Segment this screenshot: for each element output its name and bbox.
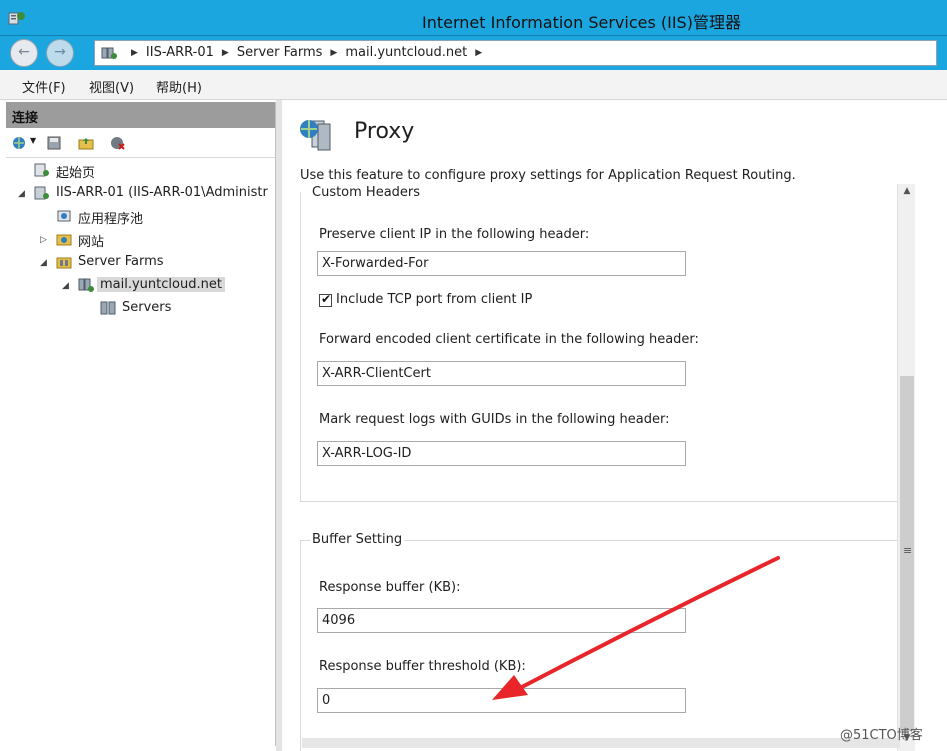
page-description: Use this feature to configure proxy sett… bbox=[300, 168, 796, 183]
vertical-scrollbar[interactable]: ▲ ≡ ▼ bbox=[897, 184, 915, 751]
farm-icon bbox=[78, 278, 94, 292]
up-folder-icon[interactable] bbox=[78, 135, 94, 151]
settings-scroll-area[interactable]: Custom Headers Preserve client IP in the… bbox=[300, 184, 900, 751]
include-tcp-port-label[interactable]: Include TCP port from client IP bbox=[336, 292, 532, 307]
server-farms-icon bbox=[56, 257, 72, 269]
connections-pane: 连接 ▼ 起始页 ◢ IIS-ARR-01 (IIS-ARR-01\Admini… bbox=[6, 102, 276, 746]
connections-toolbar: ▼ bbox=[6, 128, 275, 158]
watermark: @51CTO博客 bbox=[840, 728, 923, 743]
collapse-icon[interactable]: ◢ bbox=[18, 189, 25, 199]
tree-item-sites[interactable]: 网站 bbox=[78, 231, 104, 250]
connections-header: 连接 bbox=[6, 102, 275, 128]
custom-headers-title: Custom Headers bbox=[310, 185, 423, 200]
menu-view[interactable]: 视图(V) bbox=[89, 77, 134, 96]
horizontal-scrollbar[interactable] bbox=[302, 738, 900, 748]
save-icon[interactable] bbox=[46, 135, 62, 151]
forward-cert-input[interactable]: X-ARR-ClientCert bbox=[317, 361, 686, 386]
breadcrumb-item-farm[interactable]: mail.yuntcloud.net bbox=[345, 45, 467, 60]
preserve-ip-input[interactable]: X-Forwarded-For bbox=[317, 251, 686, 276]
chevron-right-icon: ▶ bbox=[475, 48, 483, 58]
response-buffer-threshold-input[interactable]: 0 bbox=[317, 688, 686, 713]
forward-button[interactable]: → bbox=[46, 39, 74, 67]
scroll-grip-icon: ≡ bbox=[903, 544, 913, 557]
iis-app-icon bbox=[8, 12, 25, 25]
menu-bar: 文件(F) 视图(V) 帮助(H) bbox=[0, 70, 947, 100]
collapse-icon[interactable]: ◢ bbox=[40, 258, 47, 268]
breadcrumb[interactable]: ▶ IIS-ARR-01 ▶ Server Farms ▶ mail.yuntc… bbox=[94, 40, 937, 66]
tree-item-app-pools[interactable]: 应用程序池 bbox=[78, 208, 143, 227]
menu-help[interactable]: 帮助(H) bbox=[156, 77, 202, 96]
address-bar: ← → ▶ IIS-ARR-01 ▶ Server Farms ▶ mail.y… bbox=[0, 36, 947, 70]
server-farm-icon bbox=[101, 47, 117, 59]
back-arrow-icon: ← bbox=[18, 44, 30, 60]
feature-pane: Proxy Use this feature to configure prox… bbox=[282, 100, 942, 751]
page-title: Proxy bbox=[354, 119, 415, 144]
tree-item-server[interactable]: IIS-ARR-01 (IIS-ARR-01\Administr bbox=[56, 185, 268, 200]
chevron-right-icon: ▶ bbox=[221, 48, 229, 58]
title-bar: Internet Information Services (IIS)管理器 bbox=[0, 0, 947, 36]
tree-item-start-page[interactable]: 起始页 bbox=[56, 162, 95, 181]
proxy-icon bbox=[300, 120, 331, 151]
chevron-right-icon: ▶ bbox=[330, 48, 338, 58]
window-title: Internet Information Services (IIS)管理器 bbox=[422, 13, 741, 32]
tree-item-farm[interactable]: mail.yuntcloud.net bbox=[97, 277, 225, 292]
mark-logs-input[interactable]: X-ARR-LOG-ID bbox=[317, 441, 686, 466]
tree-item-server-farms[interactable]: Server Farms bbox=[78, 254, 164, 269]
start-page-icon bbox=[34, 163, 49, 177]
include-tcp-port-checkbox[interactable]: ✔ bbox=[319, 292, 332, 307]
response-buffer-label: Response buffer (KB): bbox=[319, 580, 461, 595]
app-pool-icon bbox=[57, 210, 71, 222]
forward-arrow-icon: → bbox=[54, 44, 66, 60]
server-icon bbox=[34, 186, 49, 200]
preserve-ip-label: Preserve client IP in the following head… bbox=[319, 227, 590, 242]
response-buffer-input[interactable]: 4096 bbox=[317, 608, 686, 633]
collapse-icon[interactable]: ◢ bbox=[62, 281, 69, 291]
scroll-up-icon[interactable]: ▲ bbox=[898, 186, 916, 204]
buffer-setting-group bbox=[300, 540, 900, 751]
back-button[interactable]: ← bbox=[10, 39, 38, 67]
buffer-setting-title: Buffer Setting bbox=[310, 532, 405, 547]
response-buffer-threshold-label: Response buffer threshold (KB): bbox=[319, 659, 526, 674]
dropdown-arrow-icon[interactable]: ▼ bbox=[30, 136, 36, 145]
breadcrumb-item-server-farms[interactable]: Server Farms bbox=[237, 45, 323, 60]
breadcrumb-item-server[interactable]: IIS-ARR-01 bbox=[146, 45, 214, 60]
forward-cert-label: Forward encoded client certificate in th… bbox=[319, 332, 699, 347]
sites-folder-icon bbox=[56, 234, 72, 246]
connect-globe-icon[interactable] bbox=[12, 135, 28, 151]
disconnect-icon[interactable] bbox=[110, 135, 126, 151]
expand-icon[interactable]: ▷ bbox=[40, 235, 47, 245]
mark-logs-label: Mark request logs with GUIDs in the foll… bbox=[319, 412, 670, 427]
menu-file[interactable]: 文件(F) bbox=[22, 77, 66, 96]
tree-item-servers[interactable]: Servers bbox=[122, 300, 171, 315]
chevron-right-icon: ▶ bbox=[131, 48, 138, 58]
servers-icon bbox=[100, 301, 116, 315]
checkmark-icon: ✔ bbox=[321, 292, 332, 306]
